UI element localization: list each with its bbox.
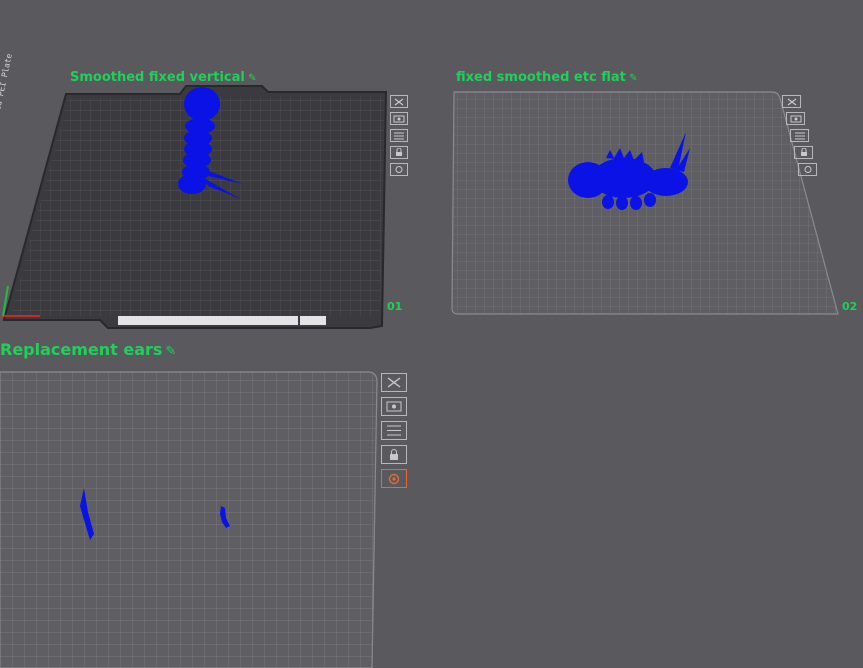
settings-icon[interactable] xyxy=(798,163,817,176)
plate-3-model-ear-right xyxy=(220,506,230,528)
plate-3-title-text: Replacement ears xyxy=(0,340,163,359)
lock-icon[interactable] xyxy=(794,146,813,159)
lock-icon[interactable] xyxy=(381,445,407,464)
plate-3-toolbar xyxy=(381,373,407,488)
plate-2-title-text: fixed smoothed etc flat xyxy=(456,70,626,85)
arrange-icon[interactable] xyxy=(390,129,408,142)
arrange-icon[interactable] xyxy=(381,421,407,440)
plate-2-number: 02 xyxy=(842,300,858,313)
settings-icon[interactable] xyxy=(381,469,407,488)
close-icon[interactable] xyxy=(381,373,407,392)
pencil-icon[interactable]: ✎ xyxy=(629,72,638,84)
auto-orient-icon[interactable] xyxy=(381,397,407,416)
plate-1-toolbar xyxy=(390,95,408,176)
plate-1-label-strip xyxy=(118,316,298,325)
plate-3-model-ear-left xyxy=(80,488,94,540)
settings-icon[interactable] xyxy=(390,163,408,176)
plate-1-number: 01 xyxy=(387,300,403,313)
plate-2-toolbar xyxy=(782,95,817,176)
pencil-icon[interactable]: ✎ xyxy=(165,344,176,359)
arrange-icon[interactable] xyxy=(790,129,809,142)
plate-2-model xyxy=(568,132,690,210)
plate-1-model xyxy=(178,87,243,200)
lock-icon[interactable] xyxy=(390,146,408,159)
auto-orient-icon[interactable] xyxy=(786,112,805,125)
close-icon[interactable] xyxy=(782,95,801,108)
plate-2-title[interactable]: fixed smoothed etc flat ✎ xyxy=(456,70,638,85)
close-icon[interactable] xyxy=(390,95,408,108)
auto-orient-icon[interactable] xyxy=(390,112,408,125)
plate-3-title[interactable]: Replacement ears ✎ xyxy=(0,340,176,359)
plate-3-bed xyxy=(0,371,378,668)
